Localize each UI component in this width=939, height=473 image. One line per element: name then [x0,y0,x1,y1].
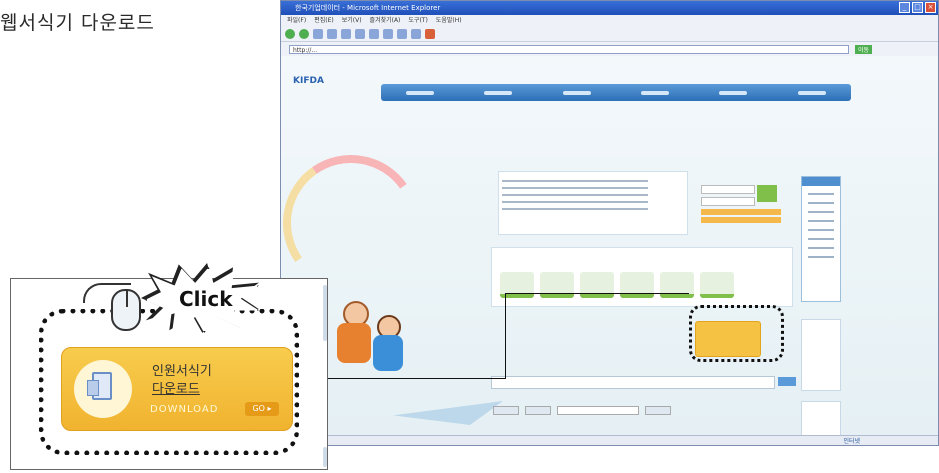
related-sites-panel[interactable] [801,401,841,439]
site-logo[interactable]: KIFDA [293,76,324,86]
quick-menu-item[interactable] [808,247,834,249]
mail-icon[interactable] [397,28,407,39]
leader-line [328,378,506,379]
type-select[interactable] [525,405,551,415]
nav-item[interactable] [719,90,748,95]
nav-item[interactable] [484,90,513,95]
status-bar: 인터넷 [281,435,938,445]
highlight-dotted-outline [689,305,784,362]
login-box [701,185,783,229]
join-button[interactable] [701,209,781,215]
service-item[interactable] [660,272,694,298]
zoom-scroll-edge [323,447,327,467]
refresh-icon[interactable] [327,28,337,39]
favorites-icon[interactable] [369,28,379,39]
form-download-button[interactable]: 인원서식기 다운로드 DOWNLOAD GO ▸ [61,347,293,431]
menu-view[interactable]: 보기(V) [342,15,362,26]
nav-item[interactable] [797,90,826,95]
leader-line [505,293,689,294]
document-icon [87,372,112,400]
home-icon[interactable] [341,28,351,39]
service-item[interactable] [540,272,574,298]
web-page: KIFDA 인터넷 [281,56,938,445]
nav-item[interactable] [406,90,435,95]
mouse-icon [83,283,141,331]
zone-label: 인터넷 [843,438,860,445]
address-input[interactable]: http://... [289,44,849,54]
forward-icon[interactable] [299,28,309,39]
messenger-icon[interactable] [425,28,435,39]
go-button[interactable]: 이동 [855,44,873,54]
menu-tools[interactable]: 도구(T) [408,15,427,26]
quick-links-panel[interactable] [801,319,841,391]
menu-edit[interactable]: 편집(E) [314,15,334,26]
close-icon[interactable]: × [925,2,936,13]
main-navigation [381,84,851,101]
download-title-line1: 인원서식기 [152,364,212,379]
quick-menu-item[interactable] [808,220,834,222]
password-field[interactable] [701,197,755,206]
notice-board [498,171,688,235]
service-item[interactable] [700,272,734,298]
stop-icon[interactable] [313,28,323,39]
quick-menu-item[interactable] [808,238,834,240]
menu-file[interactable]: 파일(F) [287,15,306,26]
site-content [281,101,938,445]
download-title-line2[interactable]: 다운로드 [152,378,200,397]
address-bar: http://... 이동 [281,42,938,57]
login-button[interactable] [757,185,777,202]
site-search-input[interactable] [491,376,796,389]
site-search-button[interactable] [778,377,796,386]
zoom-callout: 인원서식기 다운로드 DOWNLOAD GO ▸ Click [10,263,328,470]
services-panel [491,247,793,307]
search-icon[interactable] [355,28,365,39]
minimize-icon[interactable]: _ [899,2,910,13]
menu-favorites[interactable]: 즐겨찾기(A) [370,15,401,26]
keyword-input[interactable] [557,405,639,415]
menu-bar: 파일(F) 편집(E) 보기(V) 즐겨찾기(A) 도구(T) 도움말(H) [281,15,938,26]
quick-menu-item[interactable] [808,211,834,213]
print-icon[interactable] [411,28,421,39]
quick-menu-item[interactable] [808,202,834,204]
zoom-scroll-edge [323,285,327,341]
click-label: Click [179,287,233,311]
go-button[interactable]: GO ▸ [245,402,279,416]
kids-illustration [333,291,423,411]
quick-menu-item[interactable] [808,229,834,231]
quick-menu-item[interactable] [808,256,834,258]
browser-toolbar [281,26,938,42]
quick-menu-item[interactable] [808,193,834,195]
lower-search-button[interactable] [645,405,671,415]
window-title: 한국기업데이터 - Microsoft Internet Explorer [295,4,441,12]
page-caption: 웹서식기 다운로드 [0,12,155,34]
quick-menu [801,176,841,302]
id-field[interactable] [701,185,755,194]
download-en-label: DOWNLOAD [150,404,219,415]
lower-search-bar [493,405,733,415]
find-account-button[interactable] [701,217,781,223]
nav-item[interactable] [562,90,591,95]
maximize-icon[interactable]: □ [912,2,923,13]
browser-window: 한국기업데이터 - Microsoft Internet Explorer _ … [280,0,939,446]
site-header: KIFDA [281,56,938,101]
back-icon[interactable] [285,28,295,39]
history-icon[interactable] [383,28,393,39]
nav-item[interactable] [641,90,670,95]
window-titlebar: 한국기업데이터 - Microsoft Internet Explorer _ … [281,1,938,15]
service-item[interactable] [620,272,654,298]
category-select[interactable] [493,405,519,415]
leader-line [505,293,506,379]
service-item[interactable] [580,272,614,298]
menu-help[interactable]: 도움말(H) [436,15,462,26]
